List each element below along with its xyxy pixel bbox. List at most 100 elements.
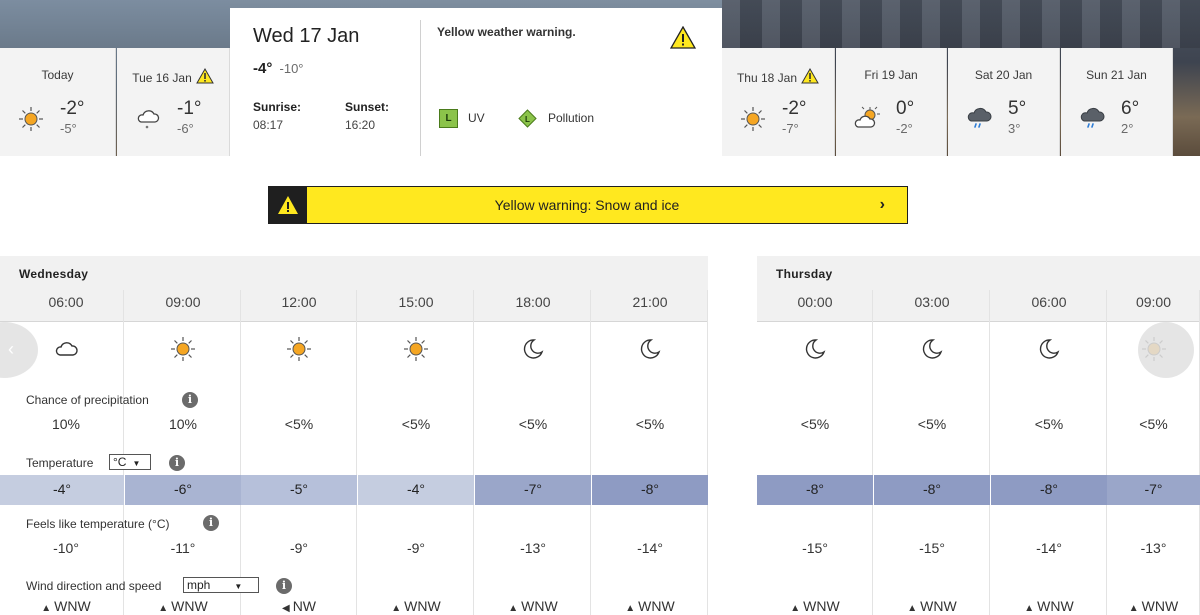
warning-banner-text: Yellow warning: Snow and ice xyxy=(494,197,680,213)
temperature-value: -4° xyxy=(52,481,72,497)
info-icon[interactable]: i xyxy=(276,578,292,594)
day-card-label: Tue 16 Jan xyxy=(117,67,229,85)
pollution-label[interactable]: Pollution xyxy=(548,111,594,125)
feels-like-value: -9° xyxy=(289,540,309,556)
wind-value: ▲ WNW xyxy=(991,598,1107,614)
hour-label: 18:00 xyxy=(515,294,551,310)
warning-triangle-icon xyxy=(195,67,214,84)
warning-icon-box xyxy=(269,187,307,223)
temperature-value: -8° xyxy=(1039,481,1059,497)
wind-row-label: Wind direction and speed xyxy=(26,579,162,593)
day-high-temp: -1° xyxy=(177,98,202,119)
sunrise-time: 08:17 xyxy=(253,118,284,132)
temperature-cell: -7° xyxy=(1107,475,1200,505)
day-card-date: Sun 21 Jan xyxy=(1086,68,1147,82)
wind-direction: WNW xyxy=(638,598,675,614)
day-card-label: Sun 21 Jan xyxy=(1061,68,1172,82)
temperature-value: -8° xyxy=(640,481,660,497)
info-icon[interactable]: i xyxy=(182,392,198,408)
day-card-label: Today xyxy=(0,68,115,82)
day-summary-card[interactable]: Today -2° -5° xyxy=(0,48,116,156)
day-low-temp: 3° xyxy=(1008,121,1021,136)
day-summary-card[interactable]: Tue 16 Jan -1° -6° xyxy=(117,48,230,156)
info-icon[interactable]: i xyxy=(203,515,219,531)
sun-icon xyxy=(125,336,241,364)
day-summary-card[interactable]: Sun 21 Jan 6° 2° xyxy=(1061,48,1173,156)
wind-unit-select[interactable]: mph ▼ xyxy=(183,577,259,593)
feels-like-value: -15° xyxy=(919,540,945,556)
day-low-temp: -5° xyxy=(60,121,77,136)
chevron-right-icon: › xyxy=(879,196,885,213)
precip-value: 10% xyxy=(168,416,198,432)
day-summary-card[interactable]: Thu 18 Jan -2° -7° xyxy=(722,48,835,156)
day-card-date: Thu 18 Jan xyxy=(736,71,798,85)
wind-arrow-icon: ▲ xyxy=(158,603,169,614)
wind-value: ▲ WNW xyxy=(125,598,241,614)
sun-cloud-icon xyxy=(854,106,880,132)
wind-arrow-icon: ◀ xyxy=(281,603,290,614)
temperature-value: -8° xyxy=(922,481,942,497)
day-high-temp: -2° xyxy=(60,98,85,119)
hour-label: 15:00 xyxy=(398,294,434,310)
hour-label: 00:00 xyxy=(797,294,833,310)
wind-arrow-icon: ▲ xyxy=(1024,603,1035,614)
sun-icon xyxy=(358,336,474,364)
sun-icon xyxy=(18,106,44,132)
temperature-cell: -6° xyxy=(125,475,241,505)
day-summary-card[interactable]: Sat 20 Jan 5° 3° xyxy=(948,48,1060,156)
scroll-left-button[interactable]: ‹ xyxy=(0,322,38,378)
moon-icon xyxy=(874,336,990,364)
temperature-value: -8° xyxy=(805,481,825,497)
hour-label: 09:00 xyxy=(165,294,201,310)
wind-arrow-icon: ▲ xyxy=(790,603,801,614)
wind-direction: WNW xyxy=(803,598,840,614)
wind-direction: WNW xyxy=(1037,598,1074,614)
moon-icon xyxy=(475,336,591,364)
wind-direction: WNW xyxy=(54,598,91,614)
hour-label: 12:00 xyxy=(281,294,317,310)
wind-direction: WNW xyxy=(404,598,441,614)
feels-like-value: -14° xyxy=(1036,540,1062,556)
feels-like-row-label: Feels like temperature (°C) xyxy=(26,517,170,531)
precip-row-label: Chance of precipitation xyxy=(26,393,149,407)
info-icon[interactable]: i xyxy=(169,455,185,471)
temperature-cell: -8° xyxy=(874,475,990,505)
day-high-temp: 6° xyxy=(1121,98,1140,119)
precip-value: 10% xyxy=(51,416,81,432)
day-card-date: Sat 20 Jan xyxy=(974,68,1033,82)
feels-like-value: -13° xyxy=(1140,540,1167,556)
precip-value: <5% xyxy=(284,416,314,432)
temperature-cell: -8° xyxy=(991,475,1107,505)
temperature-cell: -5° xyxy=(241,475,357,505)
sunset-time: 16:20 xyxy=(345,118,376,132)
temperature-row-label: Temperature xyxy=(26,456,94,470)
day-summary-card[interactable]: Fri 19 Jan 0° -2° xyxy=(836,48,947,156)
day-label: Wednesday xyxy=(19,267,89,281)
feels-like-value: -13° xyxy=(520,540,546,556)
precip-value: <5% xyxy=(518,416,548,432)
temperature-unit-select[interactable]: °C ▼ xyxy=(109,454,151,470)
wind-value: ▲ WNW xyxy=(874,598,990,614)
day-header-wednesday: Wednesday xyxy=(0,256,708,290)
cloud-snow-icon xyxy=(135,106,161,132)
wind-arrow-icon: ▲ xyxy=(41,603,52,614)
moon-icon xyxy=(991,336,1107,364)
feels-like-value: -10° xyxy=(53,540,79,556)
temperature-cell: -8° xyxy=(592,475,708,505)
uv-label[interactable]: UV xyxy=(468,111,485,125)
hour-label: 21:00 xyxy=(632,294,668,310)
scroll-right-highlight[interactable] xyxy=(1138,322,1194,378)
feels-like-value: -9° xyxy=(406,540,426,556)
weather-warning-text[interactable]: Yellow weather warning. xyxy=(437,25,576,39)
temperature-value: -7° xyxy=(1144,481,1163,497)
temperature-unit-value: °C xyxy=(113,455,127,469)
feels-like-value: -15° xyxy=(802,540,828,556)
yellow-warning-banner[interactable]: Yellow warning: Snow and ice › xyxy=(268,186,908,224)
hour-label: 06:00 xyxy=(48,294,84,310)
wind-arrow-icon: ▲ xyxy=(907,603,918,614)
pollution-diamond-icon: L xyxy=(518,109,537,128)
day-card-label: Sat 20 Jan xyxy=(948,68,1059,82)
temperature-cell: -8° xyxy=(757,475,873,505)
precip-value: <5% xyxy=(1034,416,1064,432)
temperature-cell: -4° xyxy=(358,475,474,505)
